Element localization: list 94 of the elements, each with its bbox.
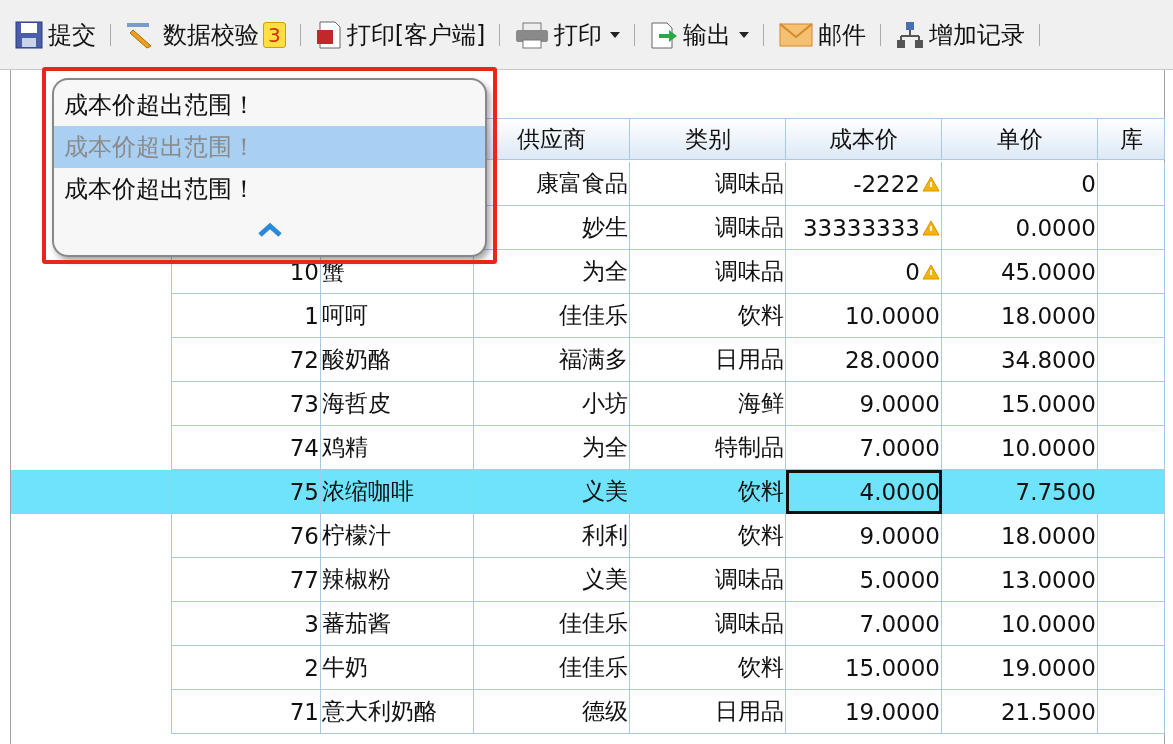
table-row[interactable]: 3 蕃茄酱 佳佳乐 调味品 7.0000 10.0000 <box>11 602 1164 646</box>
table-cell: 10.0000 <box>942 602 1098 646</box>
table-cell: 0.0000 <box>942 206 1098 250</box>
table-row[interactable]: 76柠檬汁 利利 饮料 9.0000 18.0000 <box>11 514 1164 558</box>
table-cell: 饮料 <box>630 470 786 514</box>
table-cell: 德级 <box>474 690 630 734</box>
table-cell: 18.0000 <box>942 294 1098 338</box>
toolbar-button[interactable]: 增加记录 <box>889 12 1032 57</box>
caret-icon <box>739 31 750 38</box>
table-cell: 0 <box>942 162 1098 206</box>
toolbar-button[interactable]: 提交 <box>8 12 102 57</box>
table-row[interactable]: 73 海哲皮 小坊 海鲜 9.0000 15.0000 <box>11 382 1164 426</box>
table-cell: 饮料 <box>630 294 786 338</box>
table-cell: 15.0000 <box>786 646 942 690</box>
table-cell: 牛奶 <box>321 646 474 690</box>
table-cell: 0 <box>786 250 942 294</box>
table-cell: 饮料 <box>630 646 786 690</box>
table-cell: 75 <box>171 470 321 514</box>
table-row[interactable]: 71 意大利奶酪 德级 日用品 19.0000 21.5000 <box>11 690 1164 734</box>
table-cell: 4.0000 <box>786 470 942 514</box>
table-cell: 71 <box>171 690 321 734</box>
table-row[interactable]: 75 浓缩咖啡 义美 饮料 4.0000 7.7500 <box>11 470 1164 514</box>
table-cell: 73 <box>171 382 321 426</box>
table-cell: 28.0000 <box>786 338 942 382</box>
table-cell: 19.0000 <box>786 690 942 734</box>
table-cell: 酸奶酪 <box>321 338 474 382</box>
table-cell: 调味品 <box>630 206 786 250</box>
table-cell: 佳佳乐 <box>474 646 630 690</box>
table-cell: 18.0000 <box>942 514 1098 558</box>
table-cell: 34.8000 <box>942 338 1098 382</box>
toolbar-button[interactable]: 数据校验 3 <box>119 12 292 57</box>
column-header: 库 <box>1098 118 1165 160</box>
table-cell: 意大利奶酪 <box>321 690 474 734</box>
table-cell: 利利 <box>474 514 630 558</box>
table-cell: 10.0000 <box>786 294 942 338</box>
table-cell: 调味品 <box>630 162 786 206</box>
table-cell: 辣椒粉 <box>321 558 474 602</box>
table-cell: 7.0000 <box>786 426 942 470</box>
table-row[interactable]: 1 呵呵 佳佳乐 饮料 10.0000 18.0000 <box>11 294 1164 338</box>
table-cell: 福满多 <box>474 338 630 382</box>
column-header: 成本价 <box>786 118 942 160</box>
table-cell: 饮料 <box>630 514 786 558</box>
table-cell: 义美 <box>474 558 630 602</box>
table-cell: 1 <box>171 294 321 338</box>
warning-icon <box>922 262 940 281</box>
table-cell: 9.0000 <box>786 382 942 426</box>
warning-icon <box>922 218 940 237</box>
table-row[interactable]: 77 辣椒粉 义美 调味品 5.0000 13.0000 <box>11 558 1164 602</box>
envelope-icon <box>778 20 815 49</box>
table-row[interactable]: 2 牛奶 佳佳乐 饮料 15.0000 19.0000 <box>11 646 1164 690</box>
table-row[interactable]: 72 酸奶酪 福满多 日用品 28.0000 34.8000 <box>11 338 1164 382</box>
table-cell: 佳佳乐 <box>474 294 630 338</box>
table-cell: 33333333 <box>786 206 942 250</box>
table-cell: 调味品 <box>630 250 786 294</box>
toolbar-button[interactable]: 输出 <box>643 12 756 57</box>
table-cell: 义美 <box>474 470 630 514</box>
table-cell: 13.0000 <box>942 558 1098 602</box>
table-cell: 佳佳乐 <box>474 602 630 646</box>
table-cell: 77 <box>171 558 321 602</box>
table-cell: 调味品 <box>630 602 786 646</box>
column-header: 类别 <box>630 118 786 160</box>
table-cell: 72 <box>171 338 321 382</box>
table-cell: 小坊 <box>474 382 630 426</box>
table-cell: 2 <box>171 646 321 690</box>
table-cell: 3 <box>171 602 321 646</box>
toolbar-button[interactable]: 打印 <box>508 12 627 57</box>
toolbar-button[interactable]: 邮件 <box>772 12 873 57</box>
count-badge: 3 <box>263 21 286 48</box>
table-cell: 蕃茄酱 <box>321 602 474 646</box>
table-cell: 呵呵 <box>321 294 474 338</box>
document-icon <box>314 19 343 50</box>
caret-icon <box>610 31 621 38</box>
table-cell: 日用品 <box>630 338 786 382</box>
table-cell: 5.0000 <box>786 558 942 602</box>
table-cell: 45.0000 <box>942 250 1098 294</box>
network-add-icon <box>895 19 926 50</box>
table-cell: 浓缩咖啡 <box>321 470 474 514</box>
table-cell: 调味品 <box>630 558 786 602</box>
printer-icon <box>514 19 551 50</box>
table-cell: 15.0000 <box>942 382 1098 426</box>
toolbar-button[interactable]: 打印[客户端] <box>308 12 492 57</box>
table-cell: 柠檬汁 <box>321 514 474 558</box>
table-cell: 21.5000 <box>942 690 1098 734</box>
table-cell: 7.0000 <box>786 602 942 646</box>
table-cell: 7.7500 <box>942 470 1098 514</box>
table-cell: 日用品 <box>630 690 786 734</box>
table-cell: 76 <box>171 514 321 558</box>
table-cell: 9.0000 <box>786 514 942 558</box>
table-cell: 19.0000 <box>942 646 1098 690</box>
column-header: 单价 <box>942 118 1098 160</box>
table-cell: 海哲皮 <box>321 382 474 426</box>
table-cell: -2222 <box>786 162 942 206</box>
table-cell: 海鲜 <box>630 382 786 426</box>
warning-icon <box>922 174 940 193</box>
